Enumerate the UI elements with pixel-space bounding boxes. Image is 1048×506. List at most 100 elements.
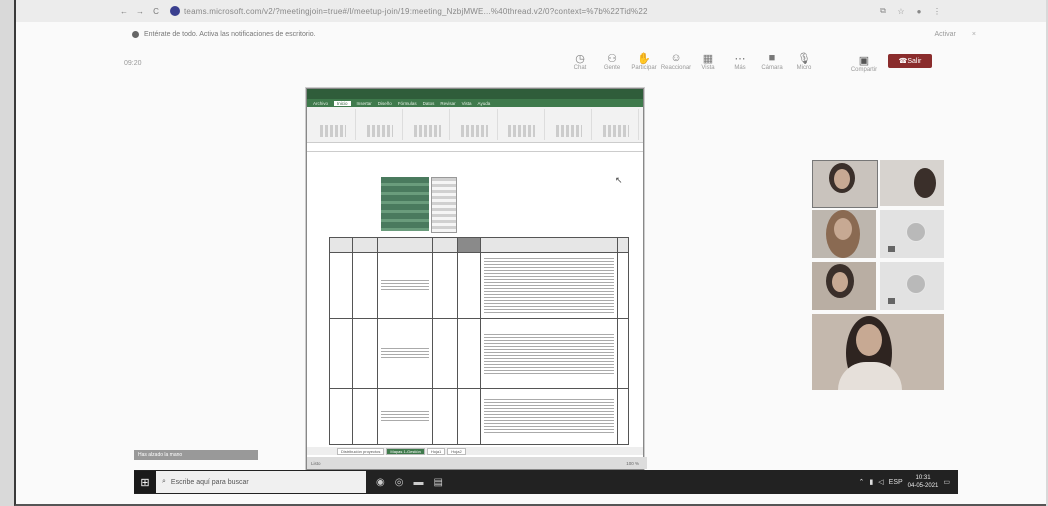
sheet-tabs: Distribución proyectos Mapas 1-Gestión H… [307, 447, 643, 455]
chat-button[interactable]: ◷ Chat [564, 52, 596, 71]
sheet-tab[interactable]: Hoja2 [447, 447, 466, 455]
ribbon-group[interactable] [405, 109, 451, 140]
table-cell[interactable] [352, 388, 378, 445]
table-cell[interactable] [457, 388, 481, 445]
notification-text: Entérate de todo. Activa las notificacio… [144, 30, 316, 38]
mic-muted-icon [888, 246, 895, 252]
sheet-tab[interactable]: Hoja1 [426, 447, 446, 455]
forward-button[interactable]: → [132, 7, 148, 16]
extensions-icon[interactable]: ⧉ [874, 6, 892, 16]
menu-icon[interactable]: ⋮ [928, 7, 946, 16]
ribbon-group[interactable] [500, 109, 545, 140]
notifications-icon[interactable]: ▭ [943, 478, 950, 486]
table-cell[interactable] [377, 388, 433, 445]
table-cell[interactable] [617, 318, 629, 389]
chat-label: Chat [573, 65, 587, 71]
excel-tab[interactable]: Inicio [334, 100, 351, 106]
table-cell[interactable] [329, 388, 353, 445]
ribbon-group[interactable] [547, 109, 592, 140]
excel-tab[interactable]: Ayuda [478, 101, 491, 106]
shared-screen[interactable]: Archivo Inicio Insertar Diseño Fórmulas … [306, 88, 647, 470]
participant-video[interactable] [812, 262, 876, 310]
network-icon[interactable]: ▮ [869, 478, 873, 486]
taskbar-search[interactable]: ⌕ Escribe aquí para buscar [156, 471, 366, 493]
camera-button[interactable]: ■ Cámara [756, 52, 788, 71]
activate-notifications-button[interactable]: Activar [935, 31, 956, 38]
task-view-icon[interactable]: ◉ [376, 477, 385, 488]
ribbon-group[interactable] [452, 109, 498, 140]
table-cell[interactable] [329, 252, 353, 319]
excel-tab[interactable]: Fórmulas [398, 101, 417, 106]
address-bar[interactable]: teams.microsoft.com/v2/?meetingjoin=true… [184, 7, 874, 16]
table-cell[interactable] [457, 252, 481, 319]
excel-tab[interactable]: Insertar [357, 101, 372, 106]
share-button[interactable]: ▣ Compartir [850, 54, 878, 73]
data-table [329, 237, 629, 445]
people-button[interactable]: ⚇ Gente [596, 52, 628, 71]
ribbon-group[interactable] [594, 109, 639, 140]
table-cell[interactable] [352, 318, 378, 389]
excel-tab[interactable]: Vista [462, 101, 472, 106]
participant-tile[interactable] [880, 262, 944, 310]
participant-video[interactable] [812, 160, 878, 208]
back-button[interactable]: ← [116, 7, 132, 16]
file-explorer-icon[interactable]: ▬ [413, 477, 423, 488]
formula-bar[interactable] [307, 143, 643, 152]
table-cell[interactable] [432, 388, 458, 445]
participant-hair [914, 168, 936, 198]
participant-video-main[interactable] [812, 314, 944, 390]
leave-label: Salir [907, 57, 922, 65]
teams-favicon-icon [170, 6, 180, 16]
participant-tile[interactable] [880, 210, 944, 258]
table-cell[interactable] [377, 318, 433, 389]
volume-icon[interactable]: ◁ [878, 478, 883, 486]
tray-chevron-icon[interactable]: ⌃ [859, 478, 865, 486]
table-cell[interactable] [480, 388, 618, 445]
windows-taskbar: ⊞ ⌕ Escribe aquí para buscar ◉ ◎ ▬ ▤ ⌃ ▮ … [134, 470, 958, 494]
sheet-tab[interactable]: Distribución proyectos [337, 447, 385, 455]
table-cell[interactable] [432, 318, 458, 389]
leave-button[interactable]: ☎ Salir [888, 54, 932, 68]
ribbon-group[interactable] [358, 109, 404, 140]
mic-button[interactable]: 🎙 Micro [788, 52, 820, 71]
bookmark-star-icon[interactable]: ☆ [892, 7, 910, 16]
excel-tab[interactable]: Revisar [440, 101, 455, 106]
clock[interactable]: 10:31 04-05-2021 [908, 474, 939, 490]
table-cell[interactable] [457, 318, 481, 389]
excel-tab[interactable]: Datos [423, 101, 435, 106]
table-cell[interactable] [329, 318, 353, 389]
excel-tab[interactable]: Archivo [313, 101, 328, 106]
windows-start-icon[interactable]: ⊞ [134, 471, 156, 493]
profile-icon[interactable]: ● [910, 7, 928, 16]
table-cell[interactable] [352, 252, 378, 319]
excel-tab[interactable]: Diseño [378, 101, 392, 106]
excel-icon[interactable]: ▤ [433, 477, 442, 488]
sheet-tab[interactable]: Mapas 1-Gestión [386, 447, 425, 455]
camera-icon: ■ [768, 52, 776, 64]
participant-video[interactable] [812, 210, 876, 258]
table-cell[interactable] [480, 318, 618, 389]
close-notification-button[interactable]: × [972, 31, 976, 38]
table-cell[interactable] [617, 388, 629, 445]
table-cell[interactable] [617, 252, 629, 319]
reload-button[interactable]: C [148, 7, 164, 16]
raise-hand-button[interactable]: ✋ Participar [628, 52, 660, 71]
status-ready: Listo [311, 460, 321, 466]
table-cell[interactable] [377, 252, 433, 319]
legend-block [431, 177, 457, 233]
more-button[interactable]: ⋯ Más [724, 52, 756, 71]
column-header [352, 237, 378, 253]
ribbon-group[interactable] [311, 109, 357, 140]
view-button[interactable]: ▦ Vista [692, 52, 724, 71]
table-cell[interactable] [480, 252, 618, 319]
spreadsheet-grid[interactable]: ↖ [319, 171, 629, 445]
language-indicator[interactable]: ESP [889, 479, 903, 486]
zoom-level[interactable]: 100 % [626, 461, 639, 466]
chrome-icon[interactable]: ◎ [395, 477, 404, 488]
column-header [432, 237, 458, 253]
info-icon [132, 30, 139, 38]
table-cell[interactable] [432, 252, 458, 319]
participant-video[interactable] [880, 160, 944, 206]
table-row [329, 388, 629, 445]
react-button[interactable]: ☺ Reaccionar [660, 52, 692, 71]
